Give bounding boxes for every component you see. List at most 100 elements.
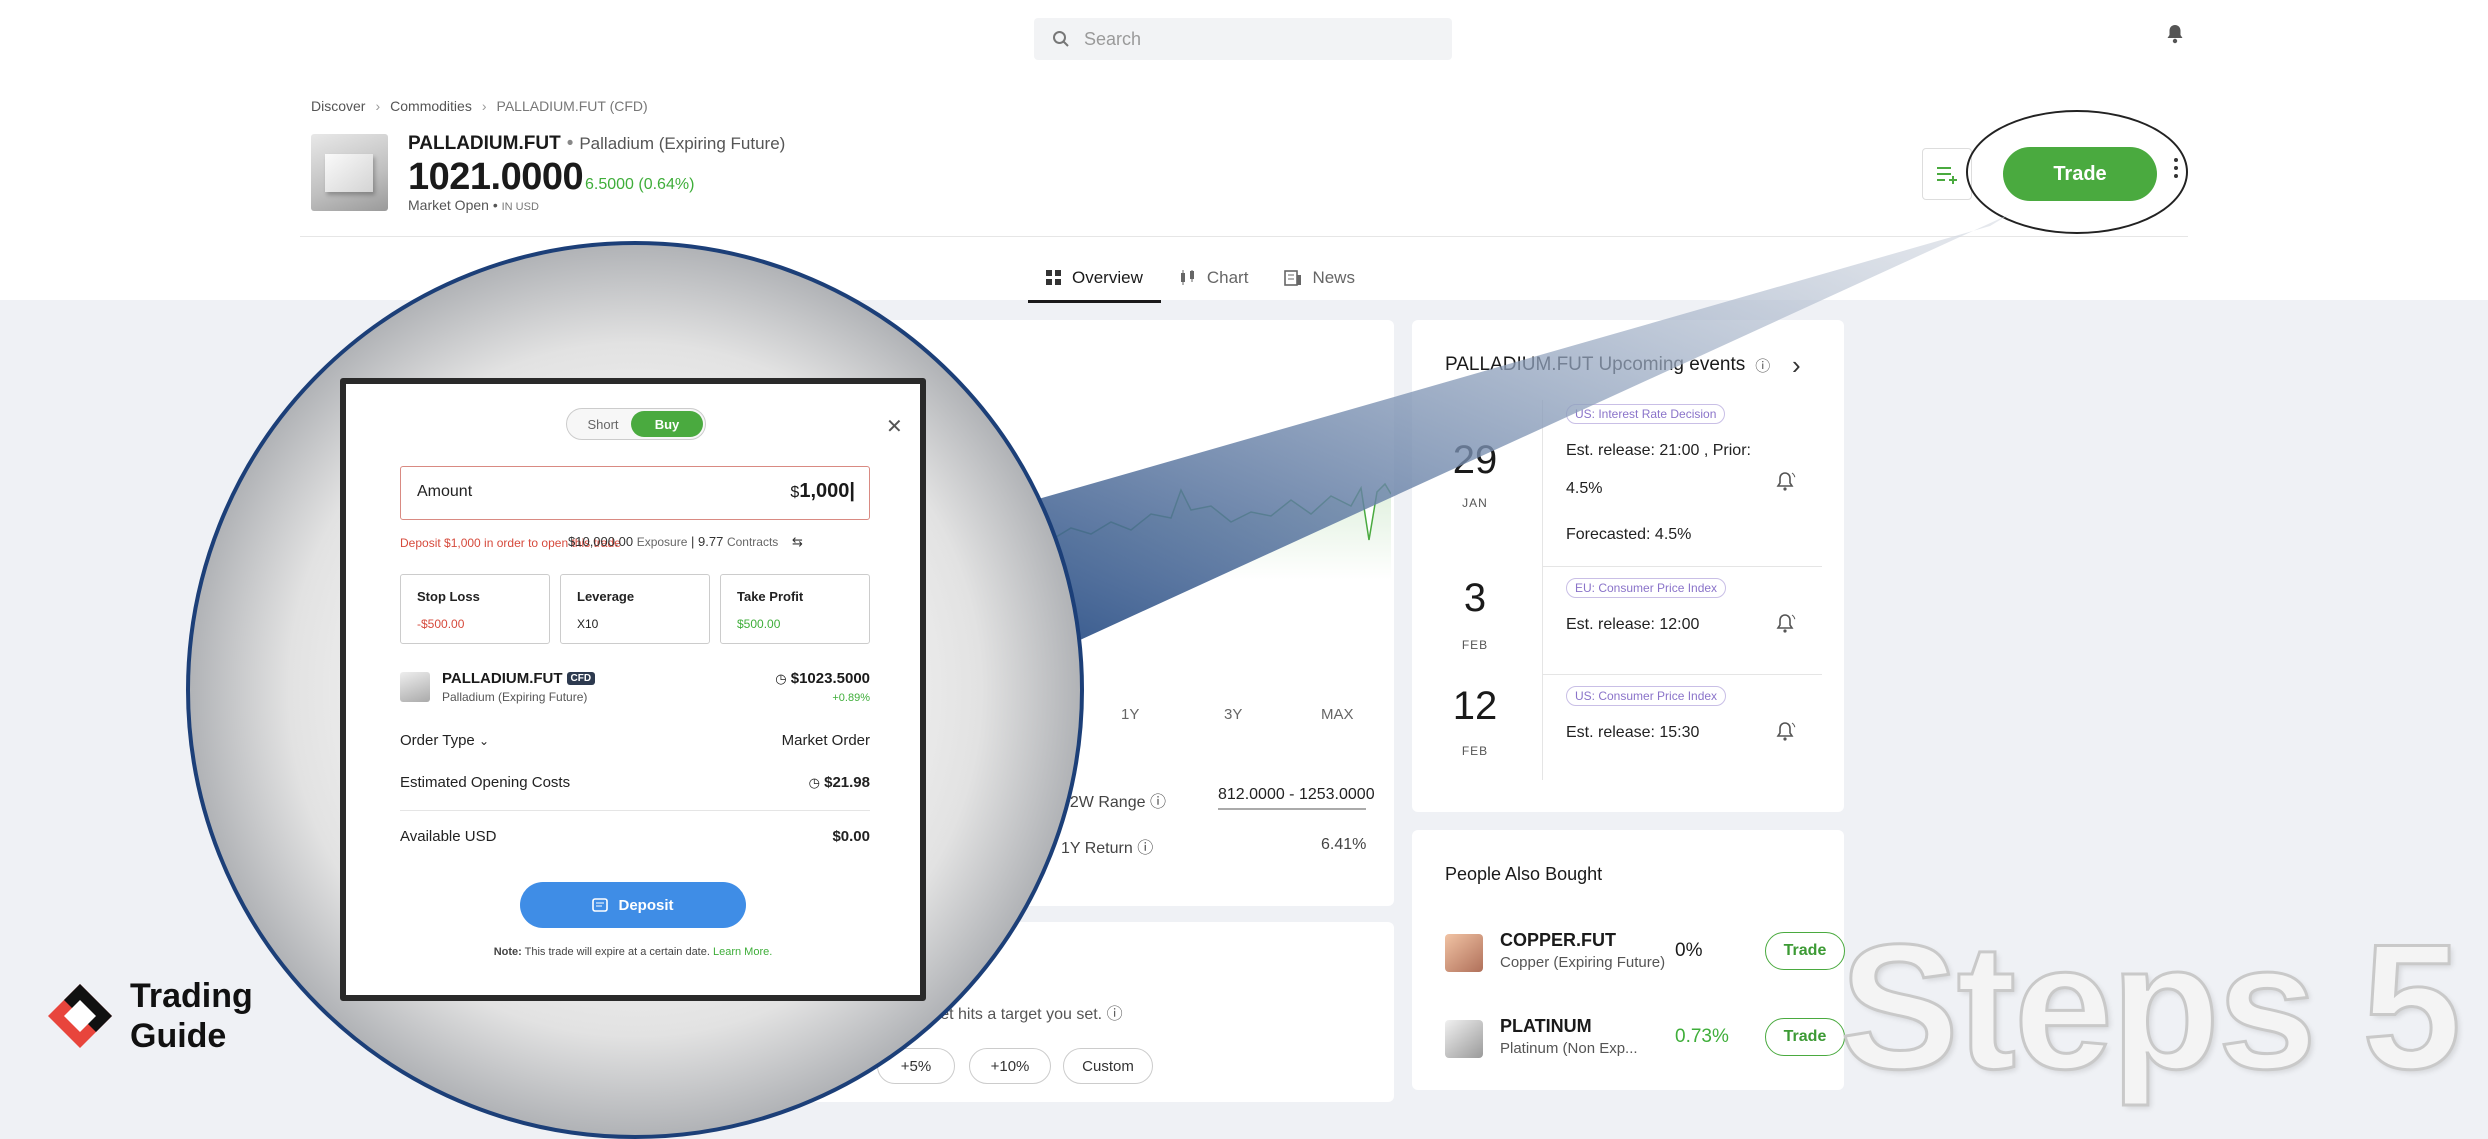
market-status: Market Open • IN USD <box>408 197 539 213</box>
alert-chip[interactable]: +10% <box>969 1048 1051 1084</box>
header-divider <box>300 236 2188 237</box>
tab-news-label: News <box>1312 268 1355 287</box>
event-text: Est. release: 15:30 <box>1566 724 1700 741</box>
add-to-watchlist-button[interactable] <box>1922 148 1972 200</box>
instrument-name: Palladium (Expiring Future) <box>579 134 786 153</box>
trade-button[interactable]: Trade <box>1765 1018 1845 1056</box>
info-icon[interactable]: ⓘ <box>1107 1006 1123 1023</box>
instrument-price: 1021.0000 <box>408 156 584 198</box>
expiry-note: Note: This trade will expire at a certai… <box>493 946 773 958</box>
clock-icon: ◷ <box>808 775 820 790</box>
breadcrumb-commodities[interactable]: Commodities <box>390 98 472 114</box>
close-icon[interactable]: ✕ <box>886 414 903 439</box>
52w-range-bar <box>1218 808 1366 810</box>
buy-option[interactable]: Buy <box>631 411 703 437</box>
events-title: PALLADIUM.FUT Upcoming events ⓘ <box>1445 354 1771 376</box>
copper-thumbnail <box>1445 934 1483 972</box>
cfd-badge: CFD <box>566 672 596 685</box>
event-tag: US: Interest Rate Decision <box>1566 404 1726 424</box>
available-usd-row: Available USD $0.00 <box>400 828 870 845</box>
alert-chip[interactable]: Custom <box>1063 1048 1153 1084</box>
breadcrumb-discover[interactable]: Discover <box>311 98 365 114</box>
event-day: 12 <box>1452 684 1498 728</box>
trade-modal: Short Buy ✕ Amount $1,000| Deposit $1,00… <box>340 378 926 1001</box>
short-option[interactable]: Short <box>575 411 631 437</box>
people-title: People Also Bought <box>1445 864 1603 884</box>
order-type-row[interactable]: Order Type ⌄ Market Order <box>400 732 870 749</box>
info-icon[interactable]: ⓘ <box>1755 355 1770 376</box>
search-input[interactable]: Search <box>1034 18 1452 60</box>
item-change: 0% <box>1675 940 1703 961</box>
logo-line-1: Trading <box>130 977 253 1015</box>
highlight-ellipse <box>1966 110 2188 234</box>
tab-chart[interactable]: Chart <box>1161 256 1267 300</box>
list-item[interactable]: COPPER.FUT Copper (Expiring Future) 0% T… <box>1445 926 1845 976</box>
breadcrumb-chevron-icon: › <box>375 98 381 114</box>
info-icon[interactable]: ⓘ <box>1150 794 1166 811</box>
platinum-thumbnail <box>1445 1020 1483 1058</box>
learn-more-link[interactable]: Learn More. <box>713 946 772 958</box>
event-text: Forecasted: 4.5% <box>1566 526 1692 543</box>
instrument-symbol: PALLADIUM.FUT <box>408 133 561 154</box>
breadcrumb: Discover › Commodities › PALLADIUM.FUT (… <box>311 98 648 114</box>
item-name: Copper (Expiring Future) <box>1500 954 1666 971</box>
instrument-thumbnail <box>400 672 430 702</box>
take-profit-field[interactable]: Take Profit $500.00 <box>720 574 870 644</box>
trading-guide-logo: Trading Guide <box>44 976 253 1056</box>
list-item[interactable]: PLATINUM Platinum (Non Exp... 0.73% Trad… <box>1445 1012 1845 1062</box>
tab-chart-label: Chart <box>1206 268 1249 287</box>
amount-label: Amount <box>417 483 473 500</box>
set-alert-bell-icon[interactable] <box>1774 612 1798 636</box>
info-icon[interactable]: ⓘ <box>1137 840 1153 857</box>
upcoming-events-card: PALLADIUM.FUT Upcoming events ⓘ › 29 JAN … <box>1412 320 1844 812</box>
market-status-text: Market Open <box>408 197 489 213</box>
item-symbol: COPPER.FUT <box>1500 930 1617 950</box>
instrument-price: ◷ $1023.5000 <box>775 670 870 687</box>
instrument-change: +0.89% <box>832 692 870 704</box>
exposure-info: $10,000.00 Exposure | 9.77 Contracts ⇆ <box>568 534 803 549</box>
logo-line-2: Guide <box>130 1017 227 1055</box>
amount-input[interactable]: Amount $1,000| <box>400 466 870 520</box>
item-symbol: PLATINUM <box>1500 1016 1592 1036</box>
news-icon <box>1284 270 1302 286</box>
opening-costs-row: Estimated Opening Costs ◷ $21.98 <box>400 774 870 791</box>
candlestick-icon <box>1180 270 1194 285</box>
leverage-field[interactable]: Leverage X10 <box>560 574 710 644</box>
event-day: 29 <box>1452 438 1498 482</box>
stop-loss-field[interactable]: Stop Loss -$500.00 <box>400 574 550 644</box>
set-alert-bell-icon[interactable] <box>1774 720 1798 744</box>
event-tag: US: Consumer Price Index <box>1566 686 1727 706</box>
logo-mark-icon <box>48 984 112 1048</box>
amount-value: $1,000| <box>790 480 855 502</box>
steps-watermark: Steps 5 <box>1838 906 2462 1108</box>
breadcrumb-current: PALLADIUM.FUT (CFD) <box>496 98 648 114</box>
event-day: 3 <box>1463 576 1487 620</box>
swap-icon[interactable]: ⇆ <box>792 534 803 549</box>
instrument-tabs: Overview Chart News <box>1028 256 1373 303</box>
event-month: JAN <box>1462 496 1488 510</box>
search-placeholder: Search <box>1084 28 1142 49</box>
tab-news[interactable]: News <box>1266 256 1373 300</box>
range-1y[interactable]: 1Y <box>1121 706 1139 723</box>
chevron-down-icon: ⌄ <box>478 734 489 748</box>
event-month: FEB <box>1461 744 1489 758</box>
52w-range-value: 812.0000 - 1253.0000 <box>1218 786 1375 803</box>
direction-toggle[interactable]: Short Buy <box>566 408 706 440</box>
instrument-thumbnail <box>311 134 388 211</box>
set-alert-bell-icon[interactable] <box>1774 470 1798 494</box>
range-3y[interactable]: 3Y <box>1224 706 1242 723</box>
event-tag: EU: Consumer Price Index <box>1566 578 1727 598</box>
range-max[interactable]: MAX <box>1321 706 1354 723</box>
1y-return-value: 6.41% <box>1321 836 1367 853</box>
instrument-name: Palladium (Expiring Future) <box>442 690 588 704</box>
tab-overview-label: Overview <box>1072 268 1143 287</box>
event-month: FEB <box>1461 638 1489 652</box>
tab-overview[interactable]: Overview <box>1028 256 1161 303</box>
search-icon <box>1053 31 1069 47</box>
trade-button[interactable]: Trade <box>1765 932 1845 970</box>
chevron-right-icon[interactable]: › <box>1792 350 1801 381</box>
notifications-bell-icon[interactable] <box>2166 24 2184 44</box>
item-change: 0.73% <box>1675 1026 1729 1047</box>
event-separator <box>1542 566 1822 567</box>
deposit-button[interactable]: Deposit <box>520 882 746 928</box>
